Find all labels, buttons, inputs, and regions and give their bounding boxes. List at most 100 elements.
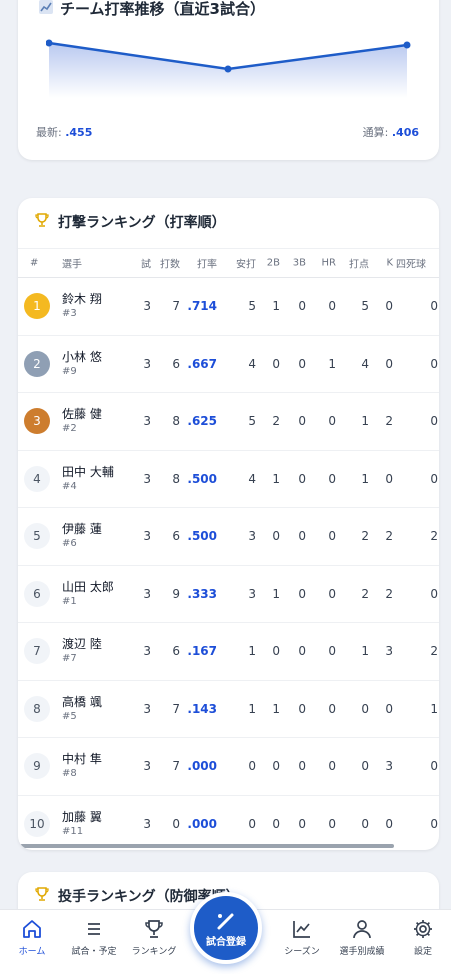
stat-d: 0: [272, 816, 280, 831]
stat-ab: 8: [172, 414, 180, 429]
player-name: 中村 隼: [62, 752, 102, 767]
column-header: 2B: [266, 257, 280, 269]
stat-h: 3: [248, 586, 256, 601]
stat-hr: 0: [328, 759, 336, 774]
table-row[interactable]: 8 高橋 颯 #5 3 7 .143 1 1 0 0 0 0 1: [18, 681, 439, 738]
register-game-button[interactable]: 試合登録: [190, 892, 262, 964]
rank-badge: 6: [24, 580, 50, 607]
rank-badge: 8: [24, 695, 50, 722]
stat-g: 3: [143, 586, 151, 601]
stat-g: 3: [143, 356, 151, 371]
batting-ranking-card: 打撃ランキング（打率順） # 選手 試打数 打率 安打 2B 3B HR 打点 K 四死球 1 鈴木 …: [18, 198, 439, 850]
table-row[interactable]: 7 渡辺 陸 #7 3 6 .167 1 0 0 0 1 3 2: [18, 623, 439, 681]
nav-home[interactable]: ホーム: [0, 918, 64, 957]
user-icon: [353, 920, 371, 939]
stat-ab: 0: [172, 816, 180, 831]
team-trend-card: チーム打率推移（直近3試合） 最新: .455 通算: .406: [18, 0, 439, 160]
stat-k: 2: [385, 414, 393, 429]
player-name-cell[interactable]: 渡辺 陸 #7: [62, 636, 102, 666]
stat-t: 0: [298, 299, 306, 314]
uniform-number: #7: [62, 653, 77, 665]
uniform-number: #9: [62, 365, 77, 377]
stat-h: 0: [248, 759, 256, 774]
column-header: 四死球: [396, 259, 426, 271]
stat-t: 0: [298, 471, 306, 486]
uniform-number: #4: [62, 480, 77, 492]
uniform-number: #11: [62, 825, 84, 837]
nav-ranking[interactable]: ランキング: [122, 918, 186, 957]
stat-hr: 0: [328, 299, 336, 314]
player-name-cell[interactable]: 小林 悠 #9: [62, 349, 102, 379]
stat-ab: 6: [172, 644, 180, 659]
stat-g: 3: [143, 414, 151, 429]
table-row[interactable]: 4 田中 大輔 #4 3 8 .500 4 1 0 0 1 0 0: [18, 451, 439, 508]
table-row[interactable]: 6 山田 太郎 #1 3 9 .333 3 1 0 0 2 2 0: [18, 566, 439, 623]
player-name-cell[interactable]: 田中 大輔 #4: [62, 464, 114, 494]
player-name: 小林 悠: [62, 349, 102, 364]
stat-hr: 0: [328, 586, 336, 601]
player-name: 高橋 颯: [62, 694, 102, 709]
table-row[interactable]: 5 伊藤 蓮 #6 3 6 .500 3 0 0 0 2 2 2: [18, 508, 439, 566]
nav-settings[interactable]: 設定: [391, 918, 451, 957]
player-name-cell[interactable]: 高橋 颯 #5: [62, 694, 102, 724]
stat-rbi: 4: [361, 356, 369, 371]
stat-g: 3: [143, 816, 151, 831]
player-name: 佐藤 健: [62, 407, 102, 422]
player-name-cell[interactable]: 鈴木 翔 #3: [62, 291, 102, 321]
table-row[interactable]: 9 中村 隼 #8 3 7 .000 0 0 0 0 0 3 0: [18, 738, 439, 796]
stat-hr: 0: [328, 816, 336, 831]
column-header: K: [386, 257, 393, 269]
stat-d: 1: [272, 701, 280, 716]
stat-k: 0: [385, 471, 393, 486]
stat-bb: 2: [430, 644, 438, 659]
stat-k: 2: [385, 529, 393, 544]
player-name-cell[interactable]: 加藤 翼 #11: [62, 809, 102, 839]
stat-t: 0: [298, 759, 306, 774]
ranking-title: 打撃ランキング（打率順）: [34, 212, 226, 232]
stat-k: 0: [385, 816, 393, 831]
player-name: 鈴木 翔: [62, 292, 102, 307]
trophy-icon: [145, 920, 163, 938]
stat-k: 2: [385, 586, 393, 601]
player-name-cell[interactable]: 中村 隼 #8: [62, 751, 102, 781]
uniform-number: #1: [62, 595, 77, 607]
player-name: 山田 太郎: [62, 579, 114, 594]
stat-g: 3: [143, 759, 151, 774]
uniform-number: #2: [62, 423, 77, 435]
rank-badge: 7: [24, 638, 50, 665]
player-name-cell[interactable]: 佐藤 健 #2: [62, 406, 102, 436]
player-name: 伊藤 蓮: [62, 522, 102, 537]
stat-bb: 0: [430, 586, 438, 601]
player-name-cell[interactable]: 山田 太郎 #1: [62, 579, 114, 609]
player-name-cell[interactable]: 伊藤 蓮 #6: [62, 521, 102, 551]
stat-avg: .714: [187, 299, 217, 314]
stat-g: 3: [143, 299, 151, 314]
table-row[interactable]: 10 加藤 翼 #11 3 0 .000 0 0 0 0 0 0 0: [18, 796, 439, 851]
stat-ab: 7: [172, 299, 180, 314]
stat-h: 5: [248, 414, 256, 429]
stat-bb: 1: [430, 701, 438, 716]
column-header: 安打: [236, 259, 256, 271]
stat-rbi: 5: [361, 299, 369, 314]
horizontal-scrollbar[interactable]: [20, 844, 394, 848]
table-row[interactable]: 3 佐藤 健 #2 3 8 .625 5 2 0 0 1 2 0: [18, 393, 439, 451]
stat-ab: 9: [172, 586, 180, 601]
total-average: 通算: .406: [362, 126, 419, 139]
column-header: 試: [141, 259, 151, 271]
stat-avg: .625: [187, 414, 217, 429]
nav-players[interactable]: 選手別成績: [330, 918, 394, 957]
stat-d: 0: [272, 759, 280, 774]
batting-ranking-table[interactable]: # 選手試打数 打率 安打 2B 3B HR 打点 K 四死球 1 鈴木 翔 #3 3 7.714 5 1 0 0…: [18, 248, 439, 850]
column-header: 打数: [160, 259, 180, 271]
nav-schedule[interactable]: 試合・予定: [62, 918, 126, 957]
nav-season[interactable]: シーズン: [270, 918, 334, 957]
stat-k: 0: [385, 299, 393, 314]
rank-badge: 2: [24, 350, 50, 377]
table-row[interactable]: 2 小林 悠 #9 3 6 .667 4 0 0 1 4 0 0: [18, 336, 439, 393]
stat-t: 0: [298, 701, 306, 716]
column-header: 選手: [62, 259, 82, 271]
table-row[interactable]: 1 鈴木 翔 #3 3 7 .714 5 1 0 0 5 0 0: [18, 278, 439, 336]
stat-t: 0: [298, 644, 306, 659]
stat-h: 4: [248, 471, 256, 486]
uniform-number: #6: [62, 538, 77, 550]
